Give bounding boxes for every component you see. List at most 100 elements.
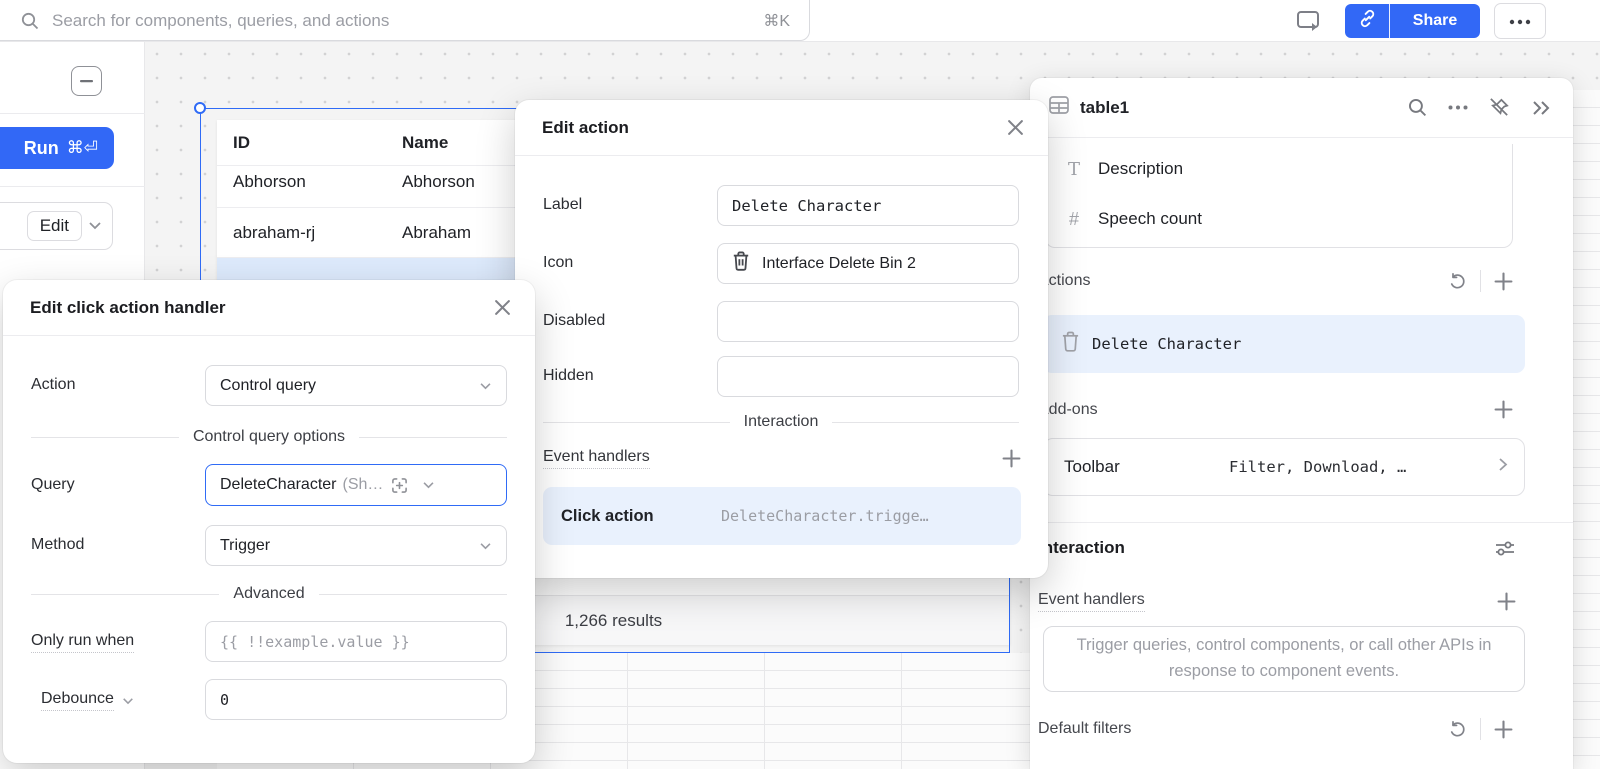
only-run-when-placeholder: {{ !!example.value }} <box>220 633 410 651</box>
search-icon <box>20 11 40 31</box>
results-count: 1,266 results <box>565 611 662 631</box>
cell-id[interactable]: abraham-rj <box>217 223 402 243</box>
interaction-section-header: Interaction <box>1038 538 1516 558</box>
trash-icon <box>732 251 750 276</box>
link-icon <box>1358 9 1377 33</box>
column-item-speech-count[interactable]: # Speech count <box>1046 194 1512 244</box>
section-label: Interaction <box>744 413 819 431</box>
add-event-handler-button[interactable] <box>1002 449 1021 468</box>
chevron-down-icon[interactable] <box>88 217 102 235</box>
cell-id[interactable]: Abhorson <box>217 172 402 192</box>
event-handlers-label: Event handlers <box>543 448 650 469</box>
query-select-value: DeleteCharacter <box>220 476 337 494</box>
more-menu-button[interactable] <box>1494 3 1546 39</box>
selection-handle[interactable] <box>194 102 206 114</box>
hidden-field-label: Hidden <box>543 367 594 385</box>
unpin-icon[interactable] <box>1488 96 1511 119</box>
control-query-options-divider: Control query options <box>31 428 507 446</box>
search-input[interactable] <box>52 11 751 31</box>
addons-section-header: Add-ons <box>1038 400 1513 419</box>
run-shortcut: ⌘⏎ <box>67 138 98 158</box>
reset-icon[interactable] <box>1448 720 1467 738</box>
spreadsheet-grid-sliver <box>1573 90 1600 769</box>
sliders-icon[interactable] <box>1494 539 1516 558</box>
actions-section-header: Actions <box>1038 270 1513 292</box>
query-select[interactable]: DeleteCharacter (Sh… <box>205 464 507 506</box>
only-run-when-label: Only run when <box>31 632 134 653</box>
copy-link-button[interactable] <box>1345 4 1390 38</box>
column-item-description[interactable]: T Description <box>1046 144 1512 194</box>
share-split-button: Share <box>1345 4 1480 38</box>
chevron-down-icon <box>422 476 435 494</box>
column-item-label: Speech count <box>1098 209 1202 229</box>
ellipsis-icon[interactable] <box>1448 105 1468 110</box>
advanced-divider: Advanced <box>31 585 507 603</box>
handler-event-label: Click action <box>561 507 721 526</box>
top-bar: ⌘K Share <box>0 0 1600 42</box>
only-run-when-input[interactable]: {{ !!example.value }} <box>205 621 507 662</box>
chevron-down-icon <box>479 537 492 555</box>
number-type-icon: # <box>1064 209 1084 230</box>
inspector-header: table1 <box>1030 78 1573 138</box>
method-select[interactable]: Trigger <box>205 525 507 566</box>
action-select[interactable]: Control query <box>205 365 507 406</box>
chevron-down-icon <box>479 377 492 395</box>
action-item-delete-character[interactable]: Delete Character <box>1043 315 1525 373</box>
label-field-value: Delete Character <box>732 197 881 215</box>
method-field-label: Method <box>31 536 84 554</box>
share-button-label: Share <box>1413 12 1457 30</box>
section-label: Advanced <box>233 585 304 603</box>
debounce-value: 0 <box>220 691 229 709</box>
collapse-right-icon[interactable] <box>1531 100 1551 116</box>
share-button[interactable]: Share <box>1390 4 1480 38</box>
preview-mode-icon[interactable] <box>1294 8 1324 34</box>
icon-field-label: Icon <box>543 254 573 272</box>
toolbar-addon-row[interactable]: Toolbar Filter, Download, … <box>1043 438 1525 496</box>
modal-title: Edit action <box>542 118 629 138</box>
action-field-label: Action <box>31 376 75 394</box>
run-button[interactable]: Run ⌘⏎ <box>0 127 114 169</box>
label-field[interactable]: Delete Character <box>717 185 1019 226</box>
edit-mode-group: Edit <box>0 202 113 250</box>
add-addon-button[interactable] <box>1494 400 1513 419</box>
action-item-label: Delete Character <box>1092 335 1241 353</box>
jump-to-query-icon[interactable] <box>391 477 408 494</box>
hidden-field[interactable] <box>717 356 1019 397</box>
reset-icon[interactable] <box>1448 272 1467 290</box>
collapse-panel-button[interactable] <box>71 66 102 96</box>
toolbar-label: Toolbar <box>1064 457 1229 477</box>
query-field-label: Query <box>31 476 75 494</box>
debounce-input[interactable]: 0 <box>205 679 507 720</box>
inspector-panel: table1 T Description <box>1030 78 1573 769</box>
click-action-handler-row[interactable]: Click action DeleteCharacter.trigge… <box>543 487 1021 545</box>
default-filters-header: Default filters <box>1038 718 1513 740</box>
debounce-label-group[interactable]: Debounce <box>41 690 134 711</box>
action-select-value: Control query <box>220 377 316 395</box>
add-action-button[interactable] <box>1494 272 1513 291</box>
edit-click-action-handler-modal: Edit click action handler Action Control… <box>3 280 535 763</box>
close-icon[interactable] <box>1007 119 1024 136</box>
column-header-id[interactable]: ID <box>217 133 402 153</box>
event-handlers-empty-hint: Trigger queries, control components, or … <box>1043 626 1525 692</box>
add-event-handler-button[interactable] <box>1497 592 1516 611</box>
event-handlers-label: Event handlers <box>1038 591 1145 612</box>
trash-icon <box>1061 331 1080 357</box>
chevron-right-icon <box>1498 457 1508 477</box>
icon-field[interactable]: Interface Delete Bin 2 <box>717 243 1019 284</box>
edit-mode-button[interactable]: Edit <box>27 211 82 241</box>
add-filter-button[interactable] <box>1494 720 1513 739</box>
app-editor: ID Name Abhorson Abhorson abraham-rj Abr… <box>0 0 1600 769</box>
search-icon[interactable] <box>1407 97 1428 118</box>
component-name: table1 <box>1080 98 1407 118</box>
default-filters-label: Default filters <box>1038 720 1131 738</box>
close-icon[interactable] <box>494 299 511 316</box>
interaction-label: Interaction <box>1038 538 1125 558</box>
search-shortcut: ⌘K <box>763 11 790 31</box>
disabled-field[interactable] <box>717 301 1019 342</box>
label-field-label: Label <box>543 196 582 214</box>
section-label: Control query options <box>193 428 345 446</box>
column-item-label: Description <box>1098 159 1183 179</box>
method-select-value: Trigger <box>220 537 270 555</box>
icon-field-value: Interface Delete Bin 2 <box>762 255 916 273</box>
event-handlers-header: Event handlers <box>543 448 1021 469</box>
